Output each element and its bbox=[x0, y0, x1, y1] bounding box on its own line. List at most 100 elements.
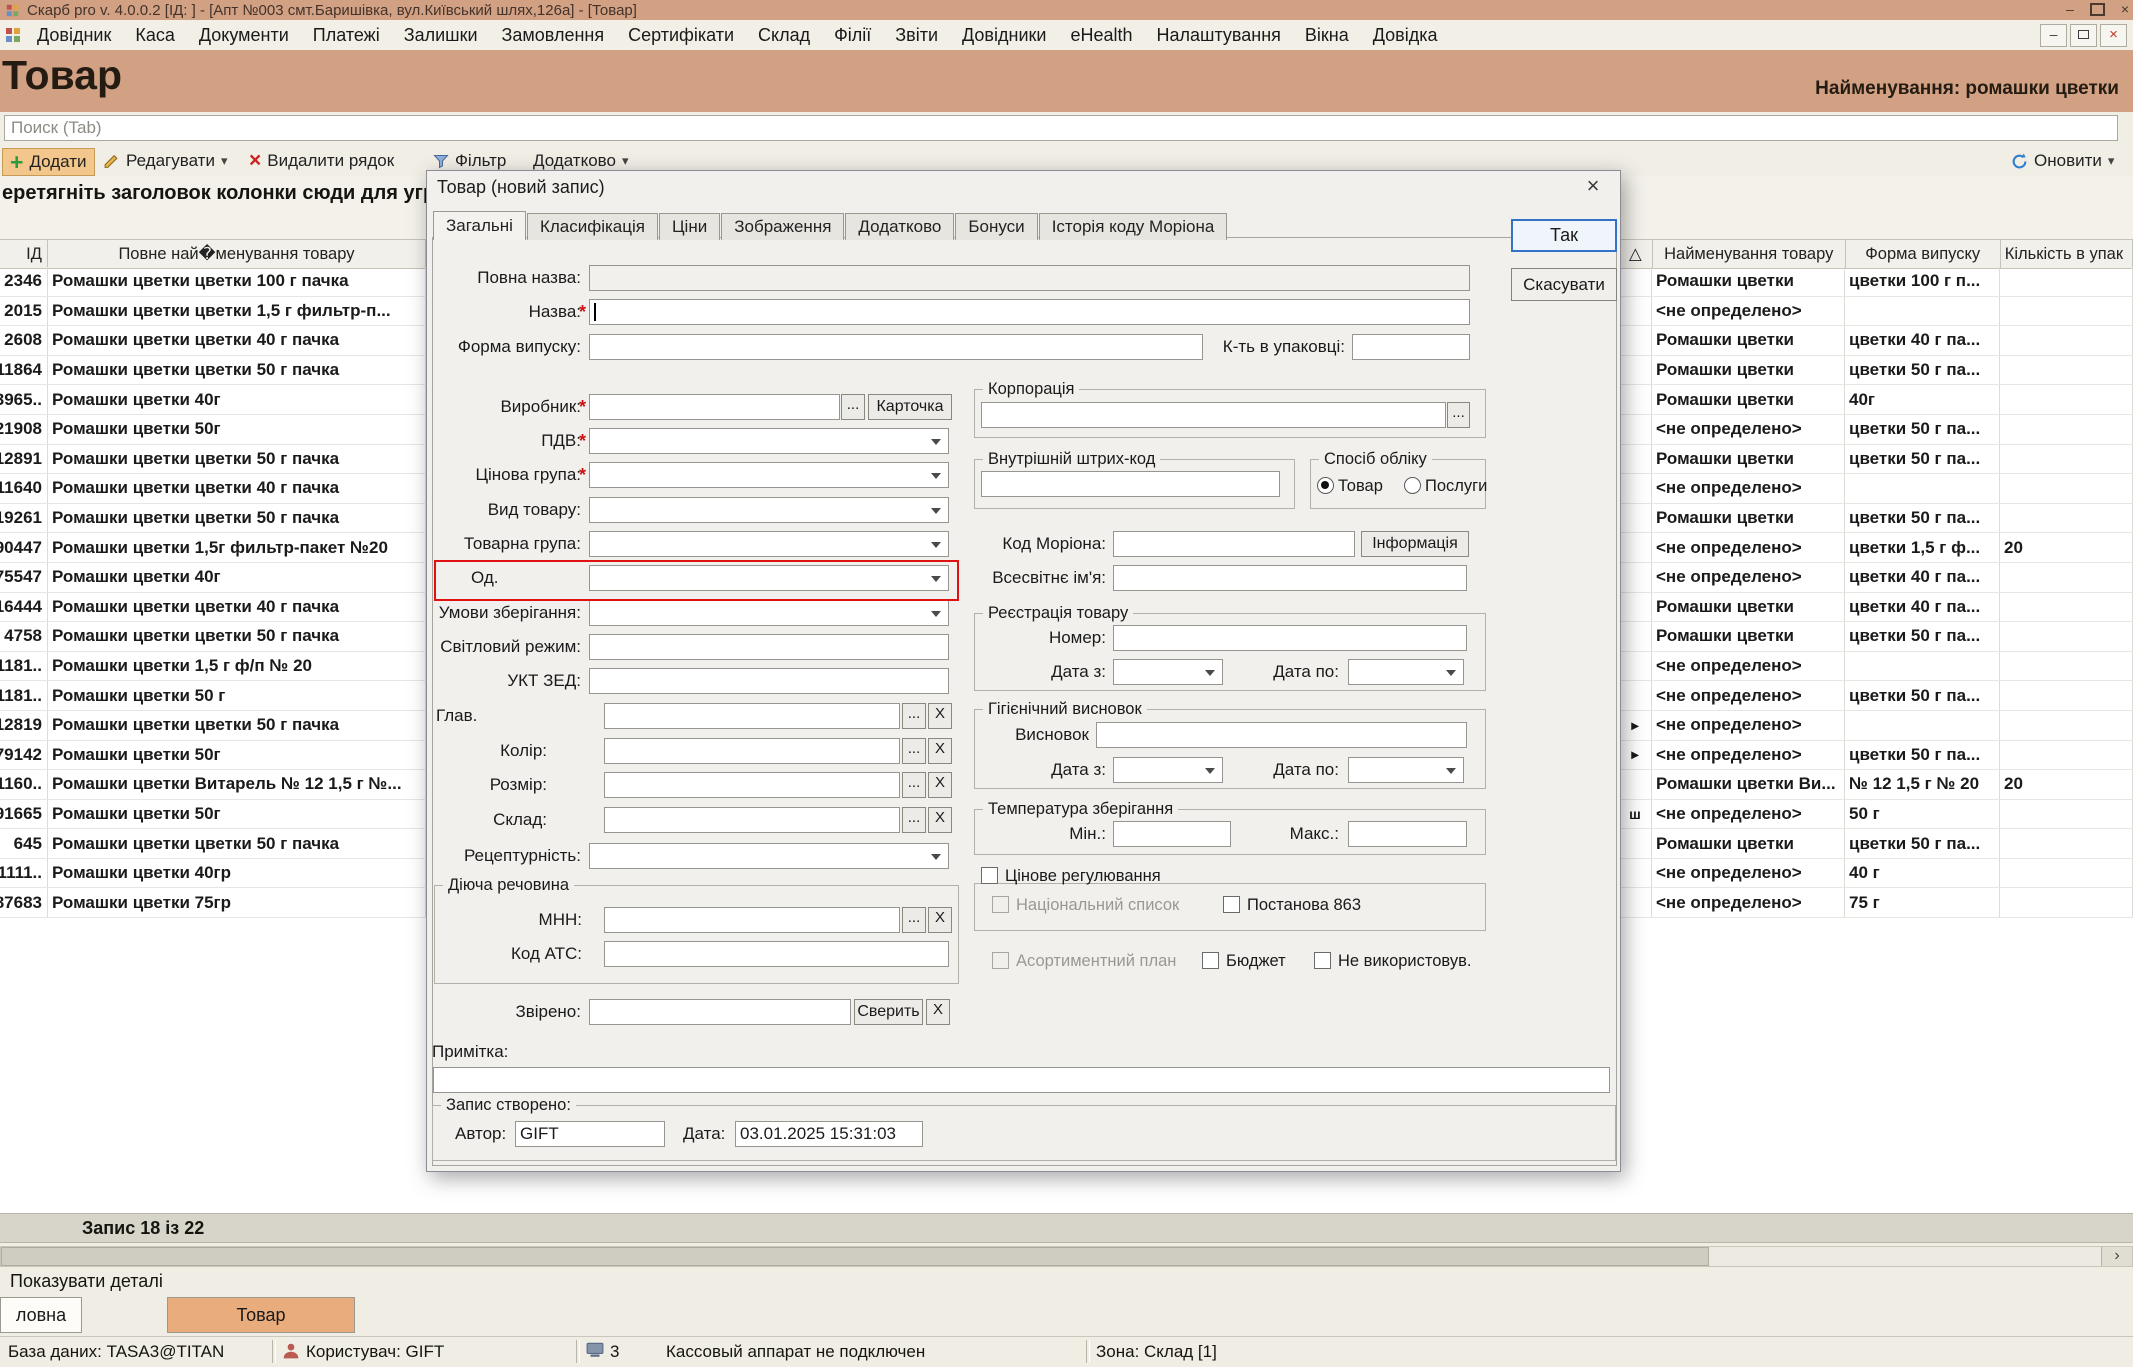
table-row[interactable]: 3965..Ромашки цветки 40г bbox=[0, 385, 426, 415]
vat-select[interactable] bbox=[589, 428, 949, 454]
menu-item[interactable]: Звіти bbox=[883, 25, 950, 46]
hyg-date-from-select[interactable] bbox=[1113, 757, 1223, 783]
table-row-right[interactable]: <не определено> bbox=[1619, 474, 2133, 504]
table-row[interactable]: 91665Ромашки цветки 50г bbox=[0, 799, 426, 830]
mdi-restore-icon[interactable] bbox=[2070, 24, 2097, 47]
verified-input[interactable] bbox=[589, 999, 851, 1025]
dialog-close-icon[interactable]: × bbox=[1577, 173, 1609, 199]
morion-input[interactable] bbox=[1113, 531, 1355, 557]
color-input[interactable] bbox=[604, 738, 900, 764]
table-row-right[interactable]: <не определено> 75 г bbox=[1619, 888, 2133, 919]
dialog-tab[interactable]: Бонуси bbox=[955, 213, 1038, 240]
bottom-tab-product[interactable]: Товар bbox=[167, 1297, 355, 1333]
not-used-checkbox[interactable] bbox=[1314, 952, 1331, 969]
manufacturer-input[interactable] bbox=[589, 394, 840, 420]
table-row-right[interactable]: Ромашки цветки цветки 50 г па... bbox=[1619, 829, 2133, 859]
table-row[interactable]: 21908Ромашки цветки 50г bbox=[0, 414, 426, 445]
main-browse-button[interactable]: ... bbox=[902, 703, 926, 729]
table-row-right[interactable]: Ромашки цветки цветки 50 г па... bbox=[1619, 444, 2133, 475]
barcode-input[interactable] bbox=[981, 471, 1280, 497]
author-input[interactable]: GIFT bbox=[515, 1121, 665, 1147]
menu-item[interactable]: Документи bbox=[187, 25, 301, 46]
refresh-button[interactable]: Оновити ▾ bbox=[2004, 148, 2121, 174]
mnn-input[interactable] bbox=[604, 907, 900, 933]
table-row[interactable]: 4758 Ромашки цветки цветки 50 г пачка bbox=[0, 622, 426, 652]
full-name-input[interactable] bbox=[589, 265, 1470, 291]
window-maximize-icon[interactable] bbox=[2089, 2, 2105, 16]
info-button[interactable]: Інформація bbox=[1361, 531, 1469, 557]
mnn-browse-button[interactable]: ... bbox=[902, 907, 926, 933]
table-row[interactable]: 16444Ромашки цветки цветки 40 г пачка bbox=[0, 592, 426, 623]
dialog-tab[interactable]: Загальні bbox=[433, 211, 526, 240]
color-browse-button[interactable]: ... bbox=[902, 738, 926, 764]
table-row-right[interactable]: Ромашки цветки 40г bbox=[1619, 385, 2133, 415]
warehouse-browse-button[interactable]: ... bbox=[902, 807, 926, 833]
verified-clear-button[interactable]: X bbox=[926, 999, 950, 1025]
menu-item[interactable]: Склад bbox=[746, 25, 822, 46]
manufacturer-browse-button[interactable]: ... bbox=[841, 394, 865, 420]
menu-item[interactable]: eHealth bbox=[1058, 25, 1144, 46]
product-kind-select[interactable] bbox=[589, 497, 949, 523]
table-row-right[interactable]: <не определено> bbox=[1619, 651, 2133, 682]
storage-select[interactable] bbox=[589, 600, 949, 626]
size-input[interactable] bbox=[604, 772, 900, 798]
menu-item[interactable]: Довідники bbox=[950, 25, 1058, 46]
warehouse-clear-button[interactable]: X bbox=[928, 807, 952, 833]
column-header-sort-icon[interactable]: △ bbox=[1619, 240, 1653, 268]
mdi-close-icon[interactable]: × bbox=[2100, 24, 2127, 47]
table-row[interactable]: 87683Ромашки цветки 75гр bbox=[0, 888, 426, 919]
conclusion-input[interactable] bbox=[1096, 722, 1467, 748]
unit-select[interactable] bbox=[589, 565, 949, 591]
ok-button[interactable]: Так bbox=[1511, 219, 1617, 252]
main-input[interactable] bbox=[604, 703, 900, 729]
show-details-toggle[interactable]: Показувати деталі bbox=[10, 1271, 163, 1292]
table-row-right[interactable]: Ромашки цветки цветки 100 г п... bbox=[1619, 267, 2133, 297]
table-row[interactable]: 2015 Ромашки цветки цветки 1,5 г фильтр-п… bbox=[0, 296, 426, 327]
column-header-id[interactable]: ІД bbox=[0, 240, 48, 268]
corporation-input[interactable] bbox=[981, 402, 1446, 428]
table-row[interactable]: 12819Ромашки цветки цветки 50 г пачка bbox=[0, 710, 426, 741]
qty-per-pack-input[interactable] bbox=[1352, 334, 1470, 360]
card-button[interactable]: Карточка bbox=[868, 394, 952, 420]
table-row-right[interactable]: <не определено> 40 г bbox=[1619, 858, 2133, 889]
column-header-qty[interactable]: Кількість в упак bbox=[2001, 240, 2133, 268]
table-row[interactable]: 1160.. Ромашки цветки Витарель № 12 1,5 г… bbox=[0, 770, 426, 800]
column-header-full-name[interactable]: Повне най�менування товару bbox=[48, 240, 426, 268]
budget-checkbox[interactable] bbox=[1202, 952, 1219, 969]
table-row-right[interactable]: Ромашки цветки цветки 50 г па... bbox=[1619, 622, 2133, 652]
services-radio[interactable] bbox=[1404, 477, 1421, 494]
date-input[interactable]: 03.01.2025 15:31:03 bbox=[735, 1121, 923, 1147]
prescription-select[interactable] bbox=[589, 843, 949, 869]
table-row[interactable]: 2346 Ромашки цветки цветки 100 г пачка bbox=[0, 267, 426, 297]
scrollbar-thumb[interactable] bbox=[1, 1247, 1709, 1266]
table-row-right[interactable]: Ромашки цветки Ви... № 12 1,5 г № 20 20 bbox=[1619, 770, 2133, 800]
table-row[interactable]: 1111.. Ромашки цветки 40гр bbox=[0, 858, 426, 889]
table-row-right[interactable]: <не определено> цветки 50 г па... bbox=[1619, 414, 2133, 445]
table-row[interactable]: 2608 Ромашки цветки цветки 40 г пачка bbox=[0, 326, 426, 356]
table-row-right[interactable]: Ромашки цветки цветки 50 г па... bbox=[1619, 503, 2133, 534]
menu-item[interactable]: Довідка bbox=[1361, 25, 1450, 46]
size-clear-button[interactable]: X bbox=[928, 772, 952, 798]
ukt-zed-input[interactable] bbox=[589, 668, 949, 694]
reg-date-from-select[interactable] bbox=[1113, 659, 1223, 685]
mnn-clear-button[interactable]: X bbox=[928, 907, 952, 933]
menu-item[interactable]: Каса bbox=[123, 25, 187, 46]
menu-item[interactable]: Платежі bbox=[301, 25, 392, 46]
table-row[interactable]: 1181.. Ромашки цветки 50 г bbox=[0, 681, 426, 711]
product-group-select[interactable] bbox=[589, 531, 949, 557]
dialog-tab[interactable]: Ціни bbox=[658, 213, 721, 240]
menu-item[interactable]: Замовлення bbox=[490, 25, 617, 46]
menu-item[interactable]: Вікна bbox=[1293, 25, 1361, 46]
name-input[interactable] bbox=[589, 299, 1470, 325]
reg-number-input[interactable] bbox=[1113, 625, 1467, 651]
dialog-tab[interactable]: Історія коду Моріона bbox=[1038, 213, 1228, 240]
table-row[interactable]: 1181.. Ромашки цветки 1,5 г ф/п № 20 bbox=[0, 651, 426, 682]
table-row-right[interactable]: Ромашки цветки цветки 50 г па... bbox=[1619, 355, 2133, 386]
table-row-right[interactable]: <не определено> цветки 1,5 г ф... 20 bbox=[1619, 533, 2133, 563]
table-row-right[interactable]: <не определено> bbox=[1619, 296, 2133, 327]
table-row[interactable]: 19261Ромашки цветки цветки 50 г пачка bbox=[0, 503, 426, 534]
edit-button[interactable]: Редагувати ▾ bbox=[96, 148, 234, 174]
scroll-right-icon[interactable]: › bbox=[2101, 1247, 2132, 1266]
window-minimize-icon[interactable]: – bbox=[2066, 1, 2074, 17]
table-row-right[interactable]: Ромашки цветки цветки 40 г па... bbox=[1619, 326, 2133, 356]
